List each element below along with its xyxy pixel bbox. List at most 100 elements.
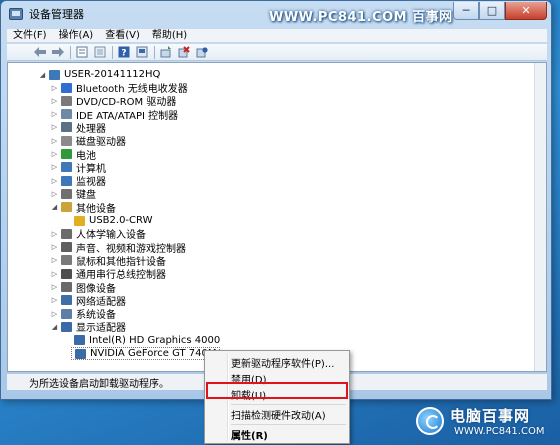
toolbar-separator xyxy=(112,45,113,59)
tree-category[interactable]: ▷ 人体学输入设备 xyxy=(50,227,146,241)
expand-icon[interactable]: ▷ xyxy=(50,84,59,92)
tree-category[interactable]: ▷ 电池 xyxy=(50,148,96,162)
tree-device[interactable]: USB2.0-CRW xyxy=(74,214,152,227)
expand-icon[interactable]: ▷ xyxy=(50,150,59,158)
expand-icon[interactable]: ▷ xyxy=(50,296,59,304)
menu-file[interactable]: 文件(F) xyxy=(7,29,53,43)
expand-icon[interactable]: ▷ xyxy=(50,177,59,185)
toolbar-separator xyxy=(154,45,155,59)
tree-category[interactable]: ▷ 监视器 xyxy=(50,174,106,188)
maximize-button[interactable]: □ xyxy=(479,2,505,20)
tree-category[interactable]: ▷ 通用串行总线控制器 xyxy=(50,267,166,281)
logo-url: WWW.PC841.COM xyxy=(454,426,545,437)
tree-category[interactable]: ▷ Bluetooth 无线电收发器 xyxy=(50,81,188,95)
vertical-scrollbar[interactable] xyxy=(534,63,546,371)
site-watermark: WWW.PC841.COM 百事网 xyxy=(269,10,453,25)
computer-icon xyxy=(61,162,72,173)
expand-icon[interactable]: ▷ xyxy=(50,270,59,278)
collapse-icon[interactable]: ◢ xyxy=(50,323,59,331)
uninstall-device-icon[interactable] xyxy=(177,45,191,59)
sound-icon xyxy=(61,242,72,253)
toolbar-separator xyxy=(70,45,71,59)
expand-icon[interactable]: ▷ xyxy=(50,310,59,318)
other-devices-icon xyxy=(61,202,72,213)
keyboard-icon xyxy=(61,188,72,199)
device-tree[interactable]: ◢ USER-20141112HQ ▷ Bluetooth 无线电收发器 ▷ DVD/… xyxy=(7,62,547,372)
imaging-device-icon xyxy=(61,282,72,292)
network-adapter-icon xyxy=(61,295,72,306)
expand-icon[interactable]: ▷ xyxy=(50,137,59,145)
tree-category[interactable]: ▷ 处理器 xyxy=(50,121,106,135)
tree-category-label: 其他设备 xyxy=(76,203,116,215)
toolbar: ? xyxy=(7,44,547,61)
tree-device[interactable]: Intel(R) HD Graphics 4000 xyxy=(74,334,220,347)
tree-device-label: Intel(R) HD Graphics 4000 xyxy=(89,334,221,346)
expand-icon[interactable]: ▷ xyxy=(50,123,59,131)
tree-device-label: NVIDIA GeForce GT 740M xyxy=(90,348,217,359)
processor-icon xyxy=(61,122,72,133)
expand-icon[interactable]: ▷ xyxy=(50,110,59,118)
menu-update-driver[interactable]: 更新驱动程序软件(P)... xyxy=(205,354,349,370)
update-driver-icon[interactable] xyxy=(135,45,149,59)
menu-scan-hardware[interactable]: 扫描检测硬件改动(A) xyxy=(205,406,349,422)
battery-icon xyxy=(61,149,72,159)
window-title: 设备管理器 xyxy=(29,8,84,21)
usb-controller-icon xyxy=(61,268,72,279)
expand-icon[interactable]: ▷ xyxy=(50,163,59,171)
tree-category[interactable]: ◢ 显示适配器 xyxy=(50,320,126,334)
menu-help[interactable]: 帮助(H) xyxy=(146,29,193,43)
close-button[interactable]: ✕ xyxy=(505,2,547,20)
disk-drive-icon xyxy=(61,135,72,146)
disable-device-icon[interactable] xyxy=(195,45,209,59)
display-card-icon xyxy=(75,348,86,359)
tree-category[interactable]: ▷ 磁盘驱动器 xyxy=(50,134,126,148)
logo-text: 电脑百事网 xyxy=(450,407,531,425)
menu-action[interactable]: 操作(A) xyxy=(53,29,100,43)
unknown-device-warning-icon xyxy=(74,215,85,226)
help-icon[interactable]: ? xyxy=(117,45,131,59)
tree-category[interactable]: ▷ 系统设备 xyxy=(50,307,116,321)
expand-icon[interactable]: ▷ xyxy=(50,97,59,105)
tree-category[interactable]: ▷ 网络适配器 xyxy=(50,294,126,308)
back-arrow-icon[interactable] xyxy=(33,45,47,59)
uninstall-highlight-box xyxy=(206,382,348,399)
tree-category[interactable]: ▷ DVD/CD-ROM 驱动器 xyxy=(50,94,176,108)
collapse-icon[interactable]: ◢ xyxy=(50,203,59,211)
site-logo-icon xyxy=(416,407,444,435)
tree-category[interactable]: ▷ IDE ATA/ATAPI 控制器 xyxy=(50,108,178,122)
show-hidden-icon[interactable] xyxy=(93,45,107,59)
tree-category[interactable]: ▷ 键盘 xyxy=(50,187,96,201)
tree-category[interactable]: ▷ 声音、视频和游戏控制器 xyxy=(50,241,186,255)
menu-bar: 文件(F) 操作(A) 查看(V) 帮助(H) xyxy=(7,29,547,43)
tree-category[interactable]: ▷ 图像设备 xyxy=(50,281,116,295)
expand-icon[interactable]: ▷ xyxy=(50,256,59,264)
scan-hardware-icon[interactable] xyxy=(159,45,173,59)
properties-icon[interactable] xyxy=(75,45,89,59)
tree-root-label: USER-20141112HQ xyxy=(64,69,161,80)
monitor-icon xyxy=(61,175,72,186)
forward-arrow-icon[interactable] xyxy=(51,45,65,59)
dvd-drive-icon xyxy=(61,95,72,106)
expand-icon[interactable]: ▷ xyxy=(50,283,59,291)
site-logo: 电脑百事网 WWW.PC841.COM xyxy=(410,401,556,443)
minimize-button[interactable]: ─ xyxy=(453,2,479,20)
expand-icon[interactable]: ▷ xyxy=(50,190,59,198)
tree-category[interactable]: ▷ 鼠标和其他指针设备 xyxy=(50,254,166,268)
bluetooth-icon xyxy=(61,82,72,93)
device-manager-window: 设备管理器 WWW.PC841.COM 百事网 ─ □ ✕ 文件(F) 操作(A… xyxy=(0,0,552,400)
menu-separator xyxy=(231,404,346,405)
collapse-icon[interactable]: ◢ xyxy=(38,71,47,79)
computer-icon xyxy=(49,69,60,80)
system-device-icon xyxy=(61,308,72,319)
tree-device[interactable]: NVIDIA GeForce GT 740M xyxy=(71,347,221,360)
expand-icon[interactable]: ▷ xyxy=(50,230,59,238)
window-controls: ─ □ ✕ xyxy=(453,2,547,20)
tree-device-label: USB2.0-CRW xyxy=(89,215,153,226)
hid-icon xyxy=(61,228,72,239)
tree-category[interactable]: ▷ 计算机 xyxy=(50,161,106,175)
menu-view[interactable]: 查看(V) xyxy=(99,29,146,43)
mouse-icon xyxy=(61,255,72,266)
menu-properties[interactable]: 属性(R) xyxy=(205,426,349,442)
tree-category[interactable]: ◢ 其他设备 xyxy=(50,201,116,215)
expand-icon[interactable]: ▷ xyxy=(50,243,59,251)
